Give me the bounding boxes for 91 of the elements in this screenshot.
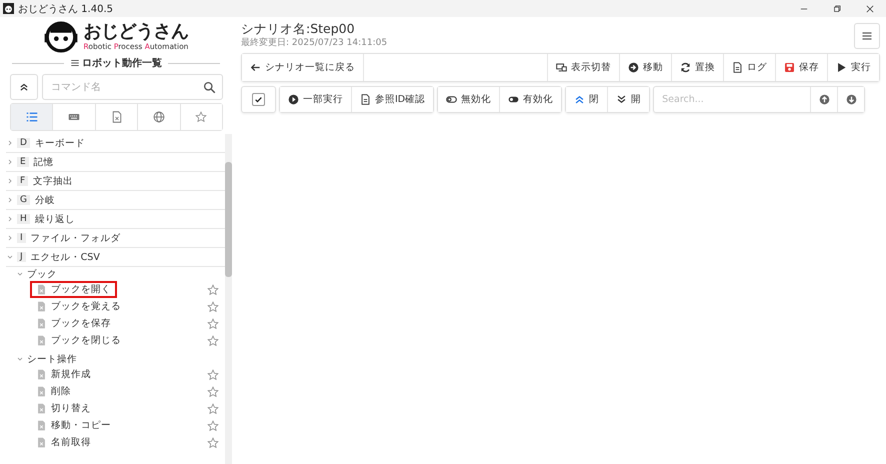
toolbar-button[interactable]: 一部実行 — [280, 87, 352, 112]
toolbar-button[interactable]: 置換 — [672, 54, 724, 81]
toolbar-button[interactable]: 表示切替 — [548, 54, 620, 81]
command-item[interactable]: ブックを閉じる — [30, 332, 127, 349]
scrollbar[interactable] — [225, 134, 232, 464]
command-item[interactable]: ブックを開く — [30, 281, 117, 298]
spreadsheet-file-icon — [36, 386, 47, 397]
command-item[interactable]: 移動・コピー — [30, 417, 117, 434]
spreadsheet-file-icon — [36, 369, 47, 380]
window-title: おじどうさん 1.40.5 — [18, 2, 113, 16]
toolbar-button[interactable]: ログ — [724, 54, 776, 81]
toolbar-button[interactable]: 開 — [608, 87, 650, 112]
toolbar-button[interactable]: 閉 — [566, 87, 608, 112]
spreadsheet-file-icon — [36, 284, 47, 295]
toolbar-button[interactable]: 保存 — [776, 54, 828, 81]
check-icon — [254, 95, 263, 104]
document-icon — [360, 94, 371, 105]
toolbar-button[interactable]: 移動 — [620, 54, 672, 81]
spreadsheet-file-icon — [36, 403, 47, 414]
command-item[interactable]: 新規作成 — [30, 366, 97, 383]
group-item[interactable]: ブック — [16, 267, 225, 281]
command-item[interactable]: 名前取得 — [30, 434, 97, 451]
keyboard-icon — [68, 111, 80, 123]
chevron-right-icon — [6, 177, 14, 185]
chevron-right-icon — [6, 158, 14, 166]
back-button[interactable]: シナリオ一覧に戻る — [242, 54, 364, 81]
chevron-right-icon — [6, 234, 14, 242]
spreadsheet-file-icon — [36, 420, 47, 431]
close-icon — [864, 4, 874, 14]
arrow-up-circle-icon — [818, 94, 830, 105]
app-name: おじどうさん — [84, 23, 188, 42]
command-item[interactable]: 切り替え — [30, 400, 97, 417]
command-item[interactable]: ブックを保存 — [30, 315, 117, 332]
chevron-down-icon — [16, 355, 24, 363]
spreadsheet-file-icon — [36, 335, 47, 346]
category-item[interactable]: G 分岐 — [6, 191, 225, 210]
robot-logo-icon — [44, 20, 78, 54]
collapse-all-button[interactable] — [10, 74, 38, 100]
chevron-right-icon — [6, 215, 14, 223]
category-item[interactable]: F 文字抽出 — [6, 172, 225, 191]
play-circle-icon — [288, 94, 299, 105]
previous-button[interactable] — [811, 87, 838, 112]
menu-button[interactable] — [854, 23, 880, 49]
globe-icon — [152, 111, 165, 123]
menu-icon — [861, 30, 873, 42]
toolbar-button[interactable]: 無効化 — [438, 87, 500, 112]
arrow-down-circle-icon — [846, 94, 857, 105]
last-modified-date: 最終変更日: 2025/07/23 14:11:05 — [241, 37, 388, 49]
toggle-off-icon — [446, 94, 458, 105]
command-search-field[interactable]: コマンド名 — [51, 77, 203, 97]
restore-icon — [832, 4, 842, 14]
group-item[interactable]: シート操作 — [16, 352, 225, 366]
toolbar-button[interactable]: 参照ID確認 — [352, 87, 434, 112]
double-chevron-up-icon — [19, 82, 29, 92]
double-chevron-down-icon — [616, 94, 628, 105]
command-item[interactable]: ブックを覚える — [30, 298, 127, 315]
category-item[interactable]: J エクセル・CSV — [6, 248, 225, 267]
panel-heading: ロボット動作一覧 — [82, 56, 162, 70]
next-button[interactable] — [838, 87, 864, 112]
command-search-box[interactable]: コマンド名 — [42, 74, 223, 100]
file-icon — [110, 111, 123, 123]
arrow-left-icon — [250, 62, 261, 73]
toolbar-button[interactable]: 有効化 — [500, 87, 562, 112]
chevron-right-icon — [6, 139, 14, 147]
double-chevron-up-icon — [574, 94, 586, 105]
spreadsheet-file-icon — [36, 318, 47, 329]
select-all-checkbox[interactable] — [252, 93, 265, 106]
command-item[interactable]: 削除 — [30, 383, 77, 400]
toggle-on-icon — [508, 94, 520, 105]
category-item[interactable]: I ファイル・フォルダ — [6, 229, 225, 248]
spreadsheet-file-icon — [36, 437, 47, 448]
display-switch-icon — [556, 62, 567, 73]
refresh-icon — [680, 62, 691, 73]
category-item[interactable]: D キーボード — [6, 134, 225, 153]
chevron-down-icon — [6, 253, 14, 261]
chevron-right-icon — [6, 196, 14, 204]
save-icon — [784, 62, 795, 73]
search-icon — [203, 80, 216, 94]
list-icon — [26, 111, 38, 123]
spreadsheet-file-icon — [36, 301, 47, 312]
star-icon — [195, 111, 208, 123]
scenario-name: シナリオ名:Step00 — [241, 21, 356, 37]
arrow-circle-icon — [628, 62, 639, 73]
document-icon — [732, 62, 743, 73]
list-icon — [70, 58, 80, 68]
app-icon — [3, 3, 14, 14]
play-icon — [836, 62, 847, 73]
category-item[interactable]: E 記憶 — [6, 153, 225, 172]
category-item[interactable]: H 繰り返し — [6, 210, 225, 229]
toolbar-button[interactable]: 実行 — [828, 54, 879, 81]
chevron-down-icon — [16, 270, 24, 278]
